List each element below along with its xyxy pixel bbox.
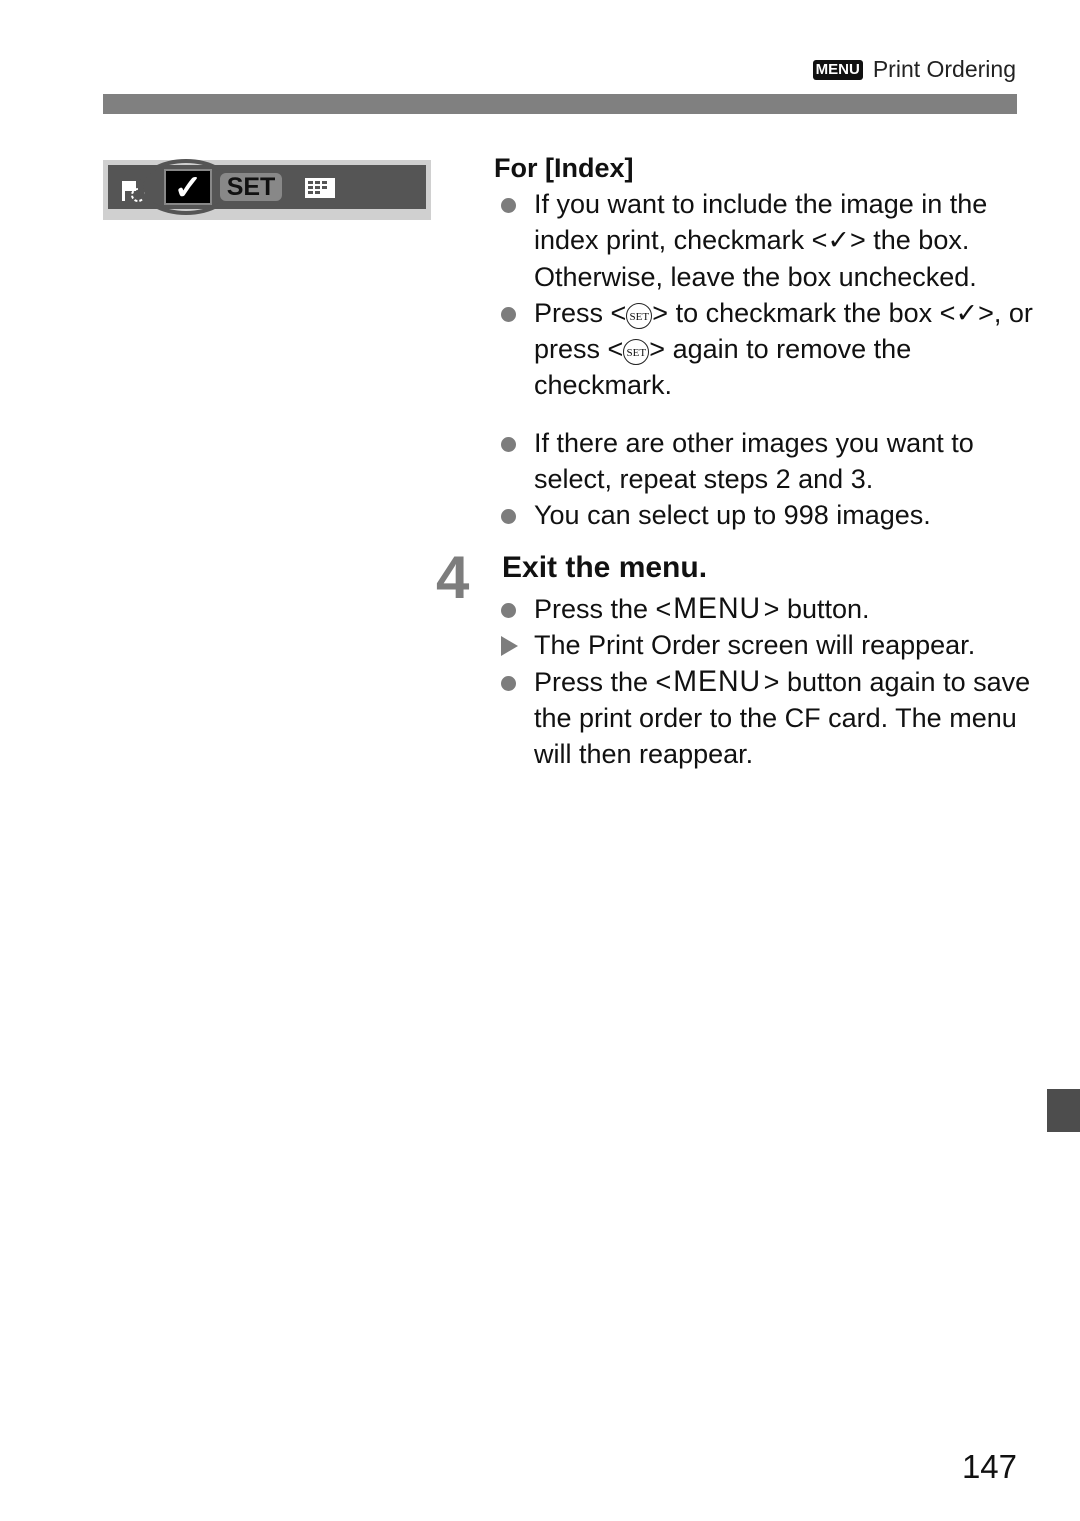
- index-grid-icon: [305, 178, 335, 198]
- list-item: Press < SET > to checkmark the box <✓>, or…: [494, 295, 1034, 404]
- menu-badge-icon: MENU: [812, 59, 863, 80]
- bullet-dot-icon: [501, 436, 516, 452]
- for-index-list: If you want to include the image in the …: [494, 186, 1034, 534]
- set-button-icon: SET: [626, 302, 653, 329]
- set-button-icon: SET: [220, 173, 282, 201]
- page-number: 147: [961, 1448, 1017, 1485]
- list-item: Press the <MENU> button again to save th…: [494, 664, 1054, 773]
- bullet-dot-icon: [501, 675, 516, 691]
- menu-button-icon: MENU: [673, 592, 762, 625]
- step-number: 4: [436, 544, 470, 611]
- spacer: [494, 404, 1034, 425]
- step-title: Exit the menu.: [502, 551, 708, 584]
- bullet-dot-icon: [501, 306, 516, 322]
- checkmark-icon: ✓: [827, 225, 850, 256]
- for-index-heading: For [Index]: [494, 153, 634, 183]
- list-item: You can select up to 998 images.: [494, 497, 1034, 533]
- header-rule: [103, 94, 1017, 114]
- for-index-section: For [Index] If you want to include the i…: [494, 150, 1034, 534]
- lcd-screen-excerpt: ✓ SET: [103, 159, 431, 220]
- lcd-screen-bar: ✓ SET: [108, 159, 426, 215]
- result-arrow-icon: [501, 636, 518, 657]
- bullet-dot-icon: [501, 198, 516, 213]
- list-item: If there are other images you want to se…: [494, 425, 1034, 498]
- highlight-ring: [139, 159, 233, 215]
- bullet-dot-icon: [501, 509, 516, 525]
- section-title: Print Ordering: [872, 56, 1016, 82]
- bullet-dot-icon: [501, 603, 516, 618]
- menu-button-icon: MENU: [673, 664, 762, 698]
- set-button-icon: SET: [623, 339, 650, 366]
- list-item: If you want to include the image in the …: [494, 186, 1034, 295]
- chapter-thumb-tab: [1047, 1089, 1080, 1132]
- step-4-list: Press the <MENU> button. The Print Order…: [494, 591, 1054, 772]
- list-item-result: The Print Order screen will reappear.: [494, 627, 1054, 663]
- list-item: Press the <MENU> button.: [494, 591, 1054, 627]
- running-header: MENU Print Ordering: [812, 56, 1016, 83]
- checkmark-icon: ✓: [955, 297, 979, 328]
